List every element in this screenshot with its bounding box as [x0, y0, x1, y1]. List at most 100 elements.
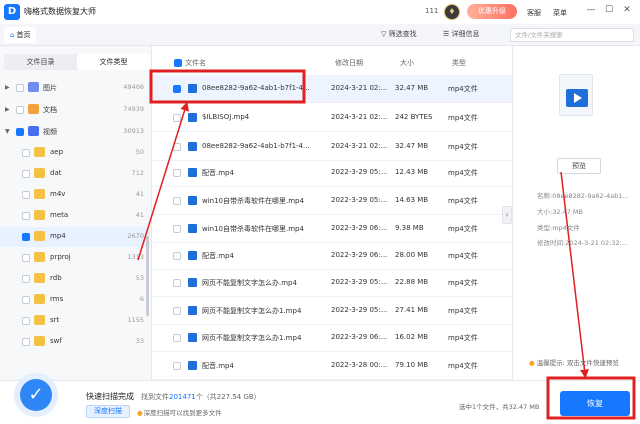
- file-size: 79.10 MB: [395, 361, 429, 369]
- checkbox[interactable]: [22, 254, 30, 262]
- checkbox[interactable]: [16, 128, 24, 136]
- file-type: mp4文件: [448, 279, 478, 287]
- column-modified[interactable]: 修改日期: [335, 58, 363, 68]
- video-file-icon: [188, 361, 197, 370]
- checkbox[interactable]: [22, 191, 30, 199]
- file-name: 08ee8282-9a62-4ab1-b7f1-4...: [202, 142, 310, 150]
- column-size[interactable]: 大小: [400, 58, 414, 68]
- file-date: 2022-3-29 05:...: [331, 278, 388, 286]
- file-type: mp4文件: [448, 225, 478, 233]
- file-size: 32.47 MB: [395, 142, 429, 150]
- sidebar-item-meta[interactable]: meta 41: [0, 206, 150, 226]
- checkbox[interactable]: [22, 338, 30, 346]
- checkbox[interactable]: [22, 296, 30, 304]
- select-all-checkbox[interactable]: [174, 59, 182, 67]
- checkbox[interactable]: [22, 317, 30, 325]
- file-date: 2024-3-21 02:...: [331, 142, 388, 150]
- file-size: 9.38 MB: [395, 224, 424, 232]
- deep-scan-button[interactable]: 深度扫描: [86, 405, 130, 418]
- row-checkbox[interactable]: [173, 307, 181, 315]
- sidebar-item-m4v[interactable]: m4v 41: [0, 185, 150, 205]
- table-row[interactable]: $ILBISOJ.mp4 2024-3-21 02:... 242 BYTES …: [152, 104, 512, 132]
- table-row[interactable]: win10自带杀毒软件在哪里.mp4 2022-3-29 05:... 14.6…: [152, 187, 512, 215]
- sidebar-scrollbar[interactable]: [146, 236, 149, 316]
- table-row[interactable]: 08ee8282-9a62-4ab1-b7f1-4... 2024-3-21 0…: [152, 133, 512, 161]
- sidebar-item-aep[interactable]: aep 50: [0, 143, 150, 163]
- folder-icon: [34, 210, 45, 220]
- file-name: 配音.mp4: [202, 252, 234, 260]
- folder-icon: [34, 336, 45, 346]
- table-row[interactable]: 网页不能复制文字怎么办.mp4 2022-3-29 05:... 22.88 M…: [152, 269, 512, 297]
- tab-home[interactable]: ⌂ 首页: [4, 27, 37, 43]
- menu-button[interactable]: 菜单: [553, 8, 567, 18]
- minimize-icon[interactable]: —: [585, 5, 597, 15]
- checkbox[interactable]: [16, 106, 24, 114]
- column-type[interactable]: 类型: [452, 58, 466, 68]
- maximize-icon[interactable]: ☐: [603, 5, 615, 15]
- sidebar-item-prproj[interactable]: prproj 1313: [0, 248, 150, 268]
- table-row[interactable]: 配音.mp4 2022-3-28 00:... 79.10 MB mp4文件: [152, 352, 512, 380]
- sidebar-item-label: prproj: [50, 253, 71, 261]
- file-type: mp4文件: [448, 307, 478, 315]
- preview-tip: ● 温馨提示: 双击文件快速预览: [529, 359, 619, 367]
- app-logo: D: [4, 4, 20, 20]
- sidebar-item-rdb[interactable]: rdb 53: [0, 269, 150, 289]
- row-checkbox[interactable]: [173, 85, 181, 93]
- checkbox[interactable]: [22, 275, 30, 283]
- sidebar-item-mp4[interactable]: mp4 2670: [0, 227, 150, 247]
- file-name: win10自带杀毒软件在哪里.mp4: [202, 197, 304, 205]
- sidebar-item-label: meta: [50, 211, 69, 219]
- file-date: 2024-3-21 02:...: [331, 84, 388, 92]
- sidebar-item-swf[interactable]: swf 33: [0, 332, 150, 352]
- item-count: 33: [135, 337, 144, 345]
- row-checkbox[interactable]: [173, 225, 181, 233]
- details-panel: 预览 名称:08ee8282-9a62-4ab1... 大小:32.47 MB …: [512, 46, 640, 380]
- column-name[interactable]: 文件名: [185, 58, 206, 68]
- close-icon[interactable]: ✕: [621, 5, 633, 15]
- table-row[interactable]: 网页不能复制文字怎么办1.mp4 2022-3-29 06:... 16.02 …: [152, 324, 512, 352]
- file-type: mp4文件: [448, 85, 478, 93]
- checkbox[interactable]: [22, 149, 30, 157]
- vip-upgrade-button[interactable]: 优惠升级: [467, 4, 517, 19]
- row-checkbox[interactable]: [173, 252, 181, 260]
- sidebar-item-video[interactable]: ▼ 视频 30913: [0, 122, 150, 142]
- tab-directory[interactable]: 文件目录: [4, 54, 77, 70]
- row-checkbox[interactable]: [173, 169, 181, 177]
- collapse-icon[interactable]: ▼: [5, 128, 10, 135]
- recover-button[interactable]: 恢复: [560, 391, 630, 416]
- details-button[interactable]: ☰ 详细信息: [443, 29, 480, 39]
- checkbox[interactable]: [22, 170, 30, 178]
- row-checkbox[interactable]: [173, 279, 181, 287]
- sidebar-item-images[interactable]: ▶ 图片 49406: [0, 78, 150, 98]
- sidebar-item-dat[interactable]: dat 712: [0, 164, 150, 184]
- expand-icon[interactable]: ▶: [5, 106, 10, 113]
- checkbox[interactable]: [22, 233, 30, 241]
- table-row[interactable]: win10自带杀毒软件在哪里.mp4 2022-3-29 06:... 9.38…: [152, 215, 512, 243]
- search-input[interactable]: 文件/文件夹搜索: [510, 28, 634, 42]
- item-count: 1155: [127, 316, 144, 324]
- video-file-icon: [188, 168, 197, 177]
- filter-button[interactable]: ▽ 筛选查找: [381, 29, 417, 39]
- sidebar-item-srt[interactable]: srt 1155: [0, 311, 150, 331]
- avatar[interactable]: ♦: [444, 4, 460, 20]
- row-checkbox[interactable]: [173, 197, 181, 205]
- table-row[interactable]: 配音.mp4 2022-3-29 05:... 12.43 MB mp4文件: [152, 159, 512, 187]
- tab-file-type[interactable]: 文件类型: [77, 54, 150, 70]
- table-row[interactable]: 网页不能复制文字怎么办1.mp4 2022-3-29 05:... 27.41 …: [152, 297, 512, 325]
- file-name: 网页不能复制文字怎么办1.mp4: [202, 307, 302, 315]
- sidebar-item-documents[interactable]: ▶ 文档 74939: [0, 100, 150, 120]
- sidebar-item-rms[interactable]: rms 6: [0, 290, 150, 310]
- table-row[interactable]: 08ee8282-9a62-4ab1-b7f1-4... 2024-3-21 0…: [152, 75, 512, 103]
- checkbox[interactable]: [22, 212, 30, 220]
- table-row[interactable]: 配音.mp4 2022-3-29 06:... 28.00 MB mp4文件: [152, 242, 512, 270]
- row-checkbox[interactable]: [173, 114, 181, 122]
- toolbar: ⌂ 首页 ▽ 筛选查找 ☰ 详细信息 文件/文件夹搜索: [0, 24, 640, 46]
- customer-service-button[interactable]: 客服: [527, 8, 541, 18]
- preview-button[interactable]: 预览: [557, 158, 601, 174]
- panel-collapse-button[interactable]: ›: [502, 206, 512, 224]
- expand-icon[interactable]: ▶: [5, 84, 10, 91]
- checkbox[interactable]: [16, 84, 24, 92]
- row-checkbox[interactable]: [173, 362, 181, 370]
- row-checkbox[interactable]: [173, 143, 181, 151]
- row-checkbox[interactable]: [173, 334, 181, 342]
